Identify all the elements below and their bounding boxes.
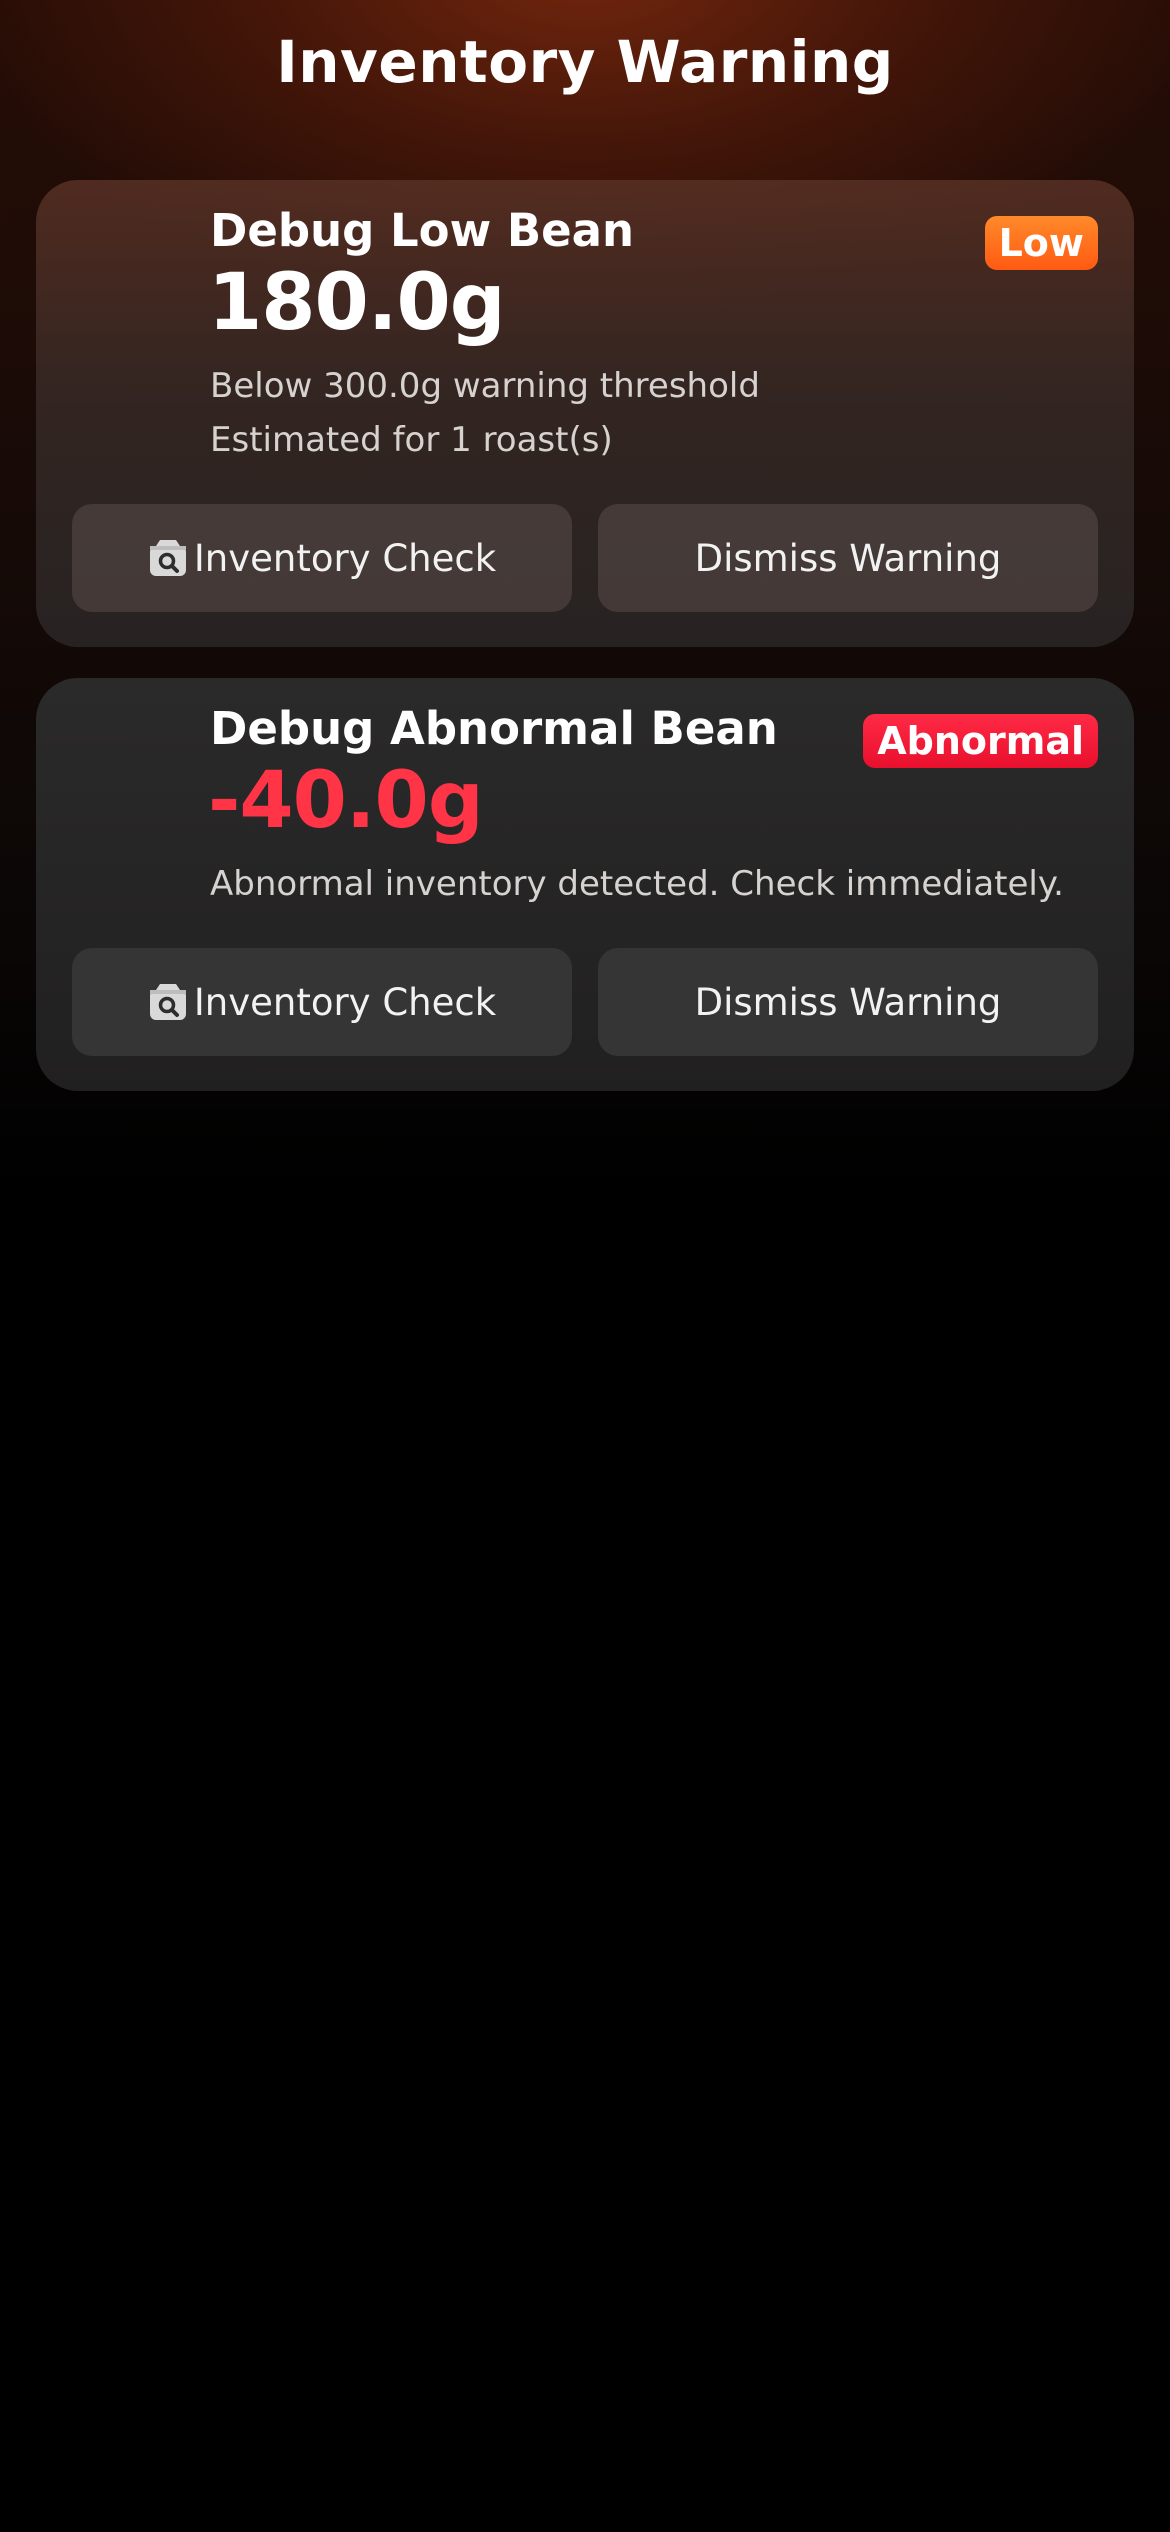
warning-description-line: Abnormal inventory detected. Check immed… — [210, 864, 1064, 904]
dismiss-warning-label: Dismiss Warning — [694, 980, 1002, 1024]
dismiss-warning-label: Dismiss Warning — [694, 536, 1002, 580]
warning-card-abnormal: Debug Abnormal Bean Abnormal -40.0g Abno… — [36, 678, 1134, 1091]
warning-description-line: Estimated for 1 roast(s) — [210, 420, 613, 460]
inventory-check-label: Inventory Check — [193, 536, 497, 580]
status-badge-low: Low — [984, 216, 1098, 270]
inventory-check-button[interactable]: Inventory Check — [72, 948, 572, 1056]
remaining-amount: -40.0g — [208, 756, 484, 846]
remaining-amount: 180.0g — [208, 258, 506, 348]
dismiss-warning-button[interactable]: Dismiss Warning — [598, 948, 1098, 1056]
inventory-search-icon — [148, 538, 188, 578]
inventory-check-label: Inventory Check — [193, 980, 497, 1024]
bean-name: Debug Low Bean — [210, 204, 635, 257]
page-title: Inventory Warning — [276, 28, 894, 96]
inventory-search-icon — [148, 982, 188, 1022]
bean-name: Debug Abnormal Bean — [210, 702, 778, 755]
warning-description-line: Below 300.0g warning threshold — [210, 366, 760, 406]
inventory-warning-screen: Inventory Warning Debug Low Bean Low 180… — [0, 0, 1170, 2532]
status-badge-abnormal: Abnormal — [863, 714, 1098, 768]
dismiss-warning-button[interactable]: Dismiss Warning — [598, 504, 1098, 612]
warning-card-low: Debug Low Bean Low 180.0g Below 300.0g w… — [36, 180, 1134, 647]
inventory-check-button[interactable]: Inventory Check — [72, 504, 572, 612]
